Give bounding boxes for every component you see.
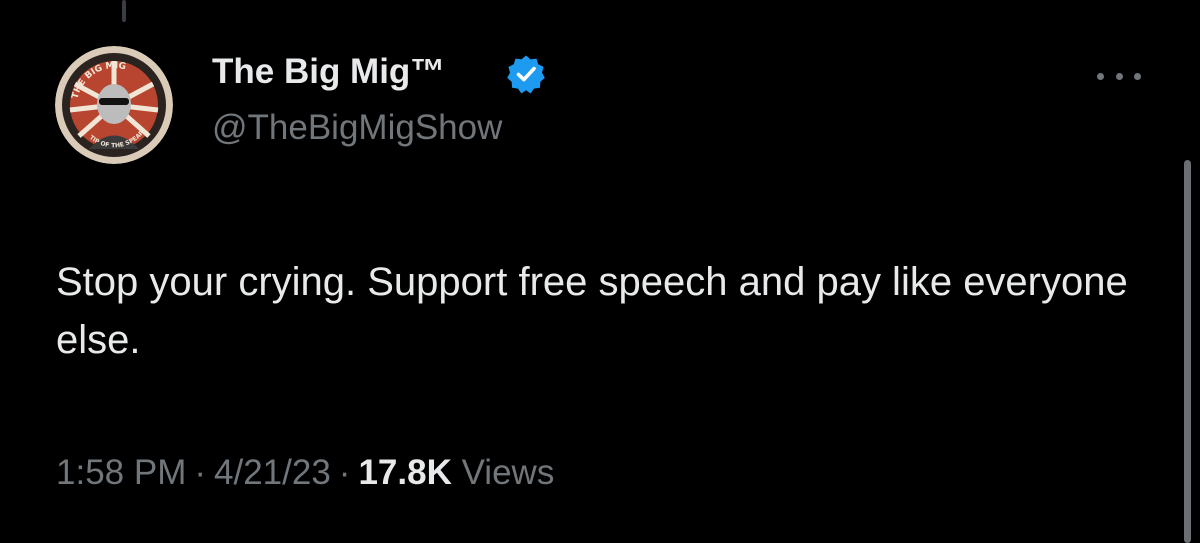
tweet-text: Stop your crying. Support free speech an… (56, 260, 1128, 362)
avatar-logo: THE BIG MIG TIP OF THE SPEAR (55, 46, 173, 164)
more-options-icon[interactable] (1097, 62, 1141, 90)
meta-separator: · (194, 453, 207, 492)
meta-separator: · (338, 453, 351, 492)
more-dot (1115, 72, 1123, 80)
views-count[interactable]: 17.8K (358, 453, 451, 492)
author-handle[interactable]: @TheBigMigShow (212, 108, 502, 148)
avatar[interactable]: THE BIG MIG TIP OF THE SPEAR (55, 46, 173, 164)
author-display-name[interactable]: The Big Mig™ (212, 52, 445, 92)
thread-connector-line (122, 0, 126, 22)
verified-badge-icon[interactable] (506, 54, 546, 94)
views-label[interactable]: Views (462, 453, 555, 492)
more-dot (1097, 72, 1104, 80)
scrollbar-thumb[interactable] (1184, 160, 1191, 543)
more-dot (1134, 72, 1141, 80)
tweet-meta: 1:58 PM · 4/21/23 · 17.8K Views (56, 453, 554, 493)
tweet-date[interactable]: 4/21/23 (214, 453, 331, 492)
tweet-time[interactable]: 1:58 PM (56, 453, 186, 492)
